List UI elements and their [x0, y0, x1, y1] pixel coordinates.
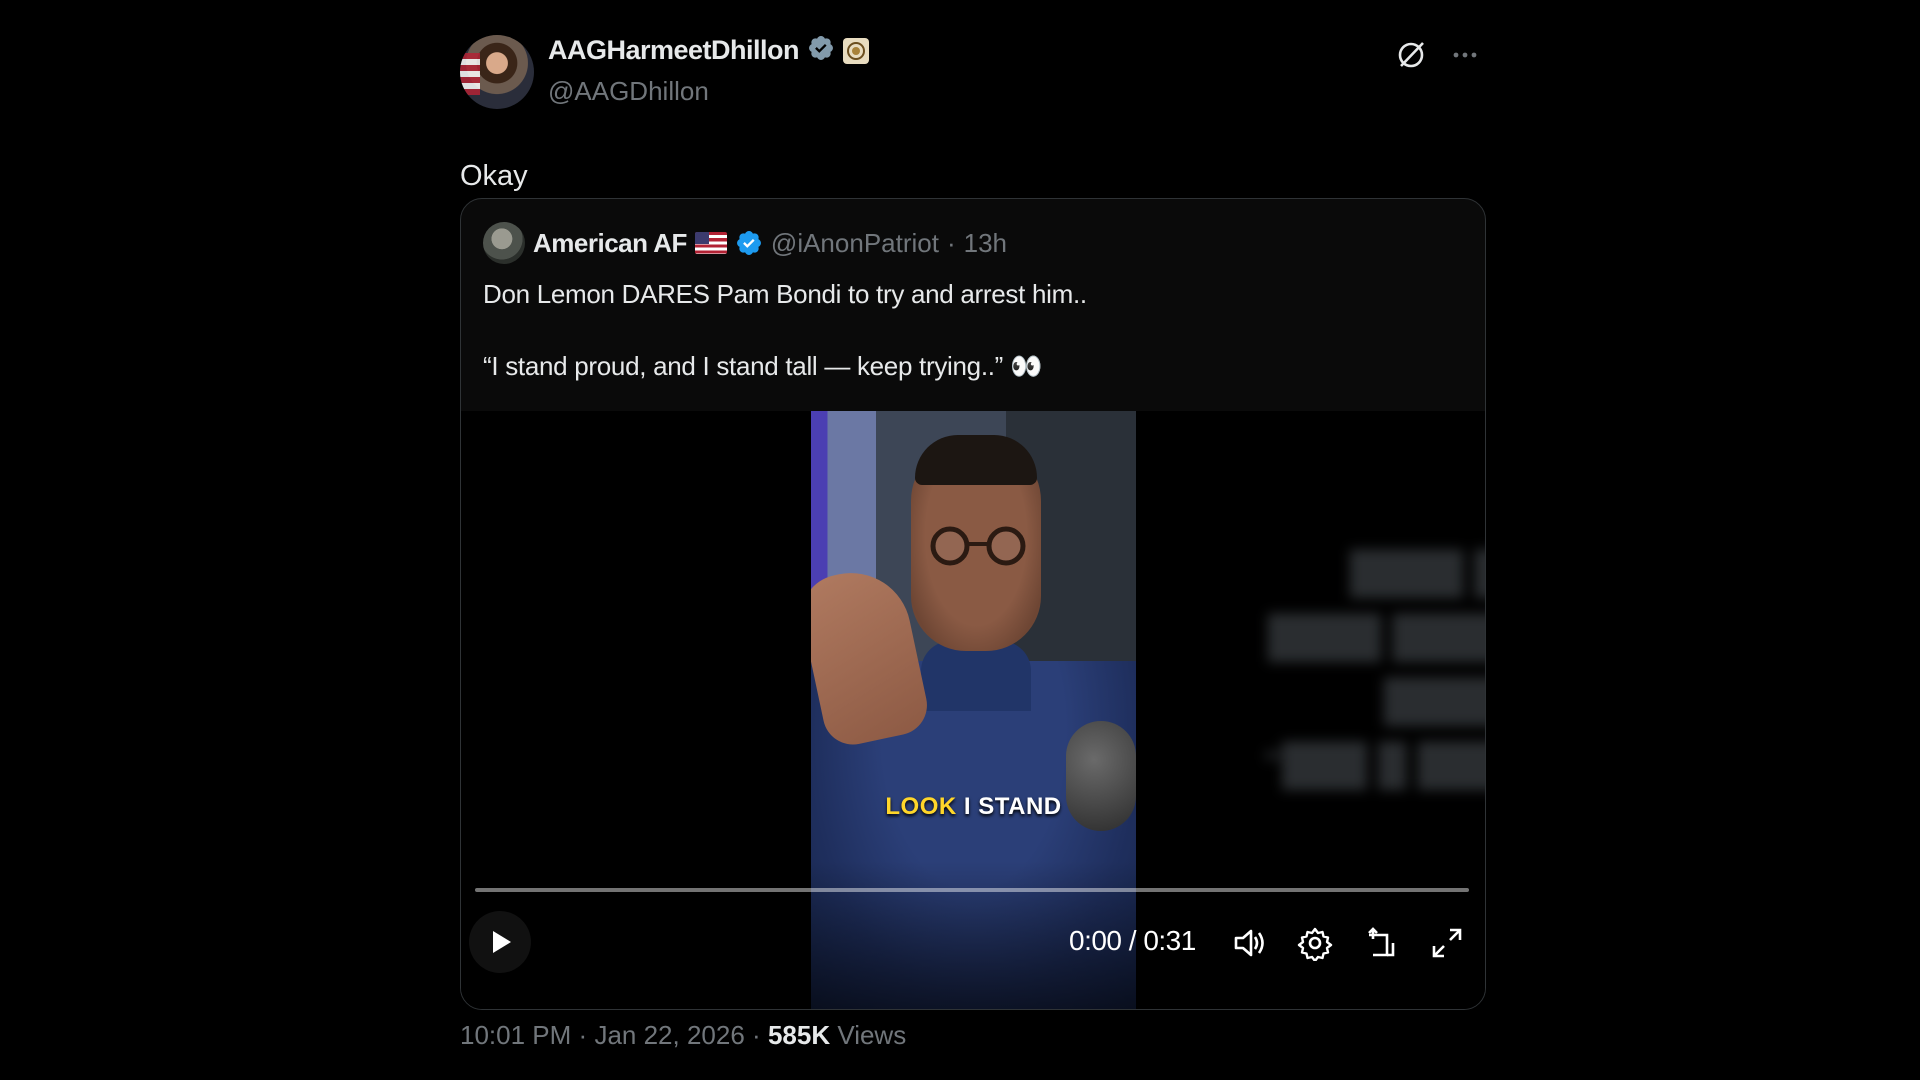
meta-separator: · — [578, 1020, 588, 1050]
fullscreen-icon — [1432, 928, 1462, 958]
caption-word-2: I STAND — [963, 793, 1062, 820]
tweet: AAGHarmeetDhillon @AAGDhillon Okay Ameri… — [460, 24, 1486, 1064]
pip-button[interactable] — [1363, 925, 1399, 961]
caption-word-1: LOOK — [885, 793, 957, 820]
quoted-tweet[interactable]: American AF @iAnonPatriot · 13h Don Lemo… — [460, 198, 1486, 1010]
blurred-background: ████ ███ █████████ ████ ███ ████ ███████… — [1263, 551, 1485, 787]
author-handle[interactable]: @AAGDhillon — [548, 76, 709, 107]
author-name-row: AAGHarmeetDhillon — [548, 34, 870, 67]
play-button[interactable] — [469, 911, 531, 973]
pip-icon — [1368, 927, 1395, 957]
quoted-display-name[interactable]: American AF — [533, 228, 687, 259]
progress-bar[interactable] — [475, 888, 1469, 892]
quoted-handle[interactable]: @iAnonPatriot — [771, 228, 939, 259]
verified-badge-icon — [735, 229, 763, 257]
meta-separator: · — [752, 1020, 761, 1050]
volume-button[interactable] — [1231, 925, 1267, 961]
video-player[interactable]: ████ ███ █████████ ████ ███ ████ ███████… — [461, 411, 1485, 1009]
volume-icon — [1234, 929, 1264, 957]
settings-button[interactable] — [1297, 925, 1333, 963]
video-caption: LOOK I STAND — [811, 793, 1136, 821]
play-icon — [493, 931, 511, 953]
quoted-time[interactable]: 13h — [964, 228, 1007, 259]
quoted-separator: · — [946, 227, 956, 258]
settings-icon — [1297, 927, 1333, 963]
tweet-time[interactable]: 10:01 PM — [460, 1020, 571, 1050]
views-label: Views — [837, 1020, 907, 1050]
tweet-meta: 10:01 PM · Jan 22, 2026 · 585K Views — [460, 1020, 906, 1051]
quoted-text-line2: “I stand proud, and I stand tall — keep … — [483, 351, 1043, 381]
grok-icon[interactable] — [1394, 38, 1428, 72]
author-display-name[interactable]: AAGHarmeetDhillon — [548, 35, 800, 66]
verified-badge-icon — [807, 34, 835, 67]
video-time: 0:00 / 0:31 — [1069, 925, 1196, 956]
views-count: 585K — [767, 1020, 831, 1050]
affiliate-badge-icon — [843, 37, 870, 64]
tweet-text: Okay — [460, 160, 528, 192]
tweet-header: AAGHarmeetDhillon @AAGDhillon — [460, 30, 1486, 110]
fullscreen-button[interactable] — [1429, 925, 1465, 961]
quoted-text-line1: Don Lemon DARES Pam Bondi to try and arr… — [483, 279, 1087, 309]
quoted-header: American AF @iAnonPatriot · 13h — [483, 221, 1007, 265]
author-avatar[interactable] — [460, 35, 534, 109]
quoted-avatar[interactable] — [483, 222, 525, 264]
us-flag-icon — [694, 232, 727, 254]
tweet-date[interactable]: Jan 22, 2026 — [594, 1020, 744, 1050]
more-icon[interactable] — [1448, 38, 1482, 72]
